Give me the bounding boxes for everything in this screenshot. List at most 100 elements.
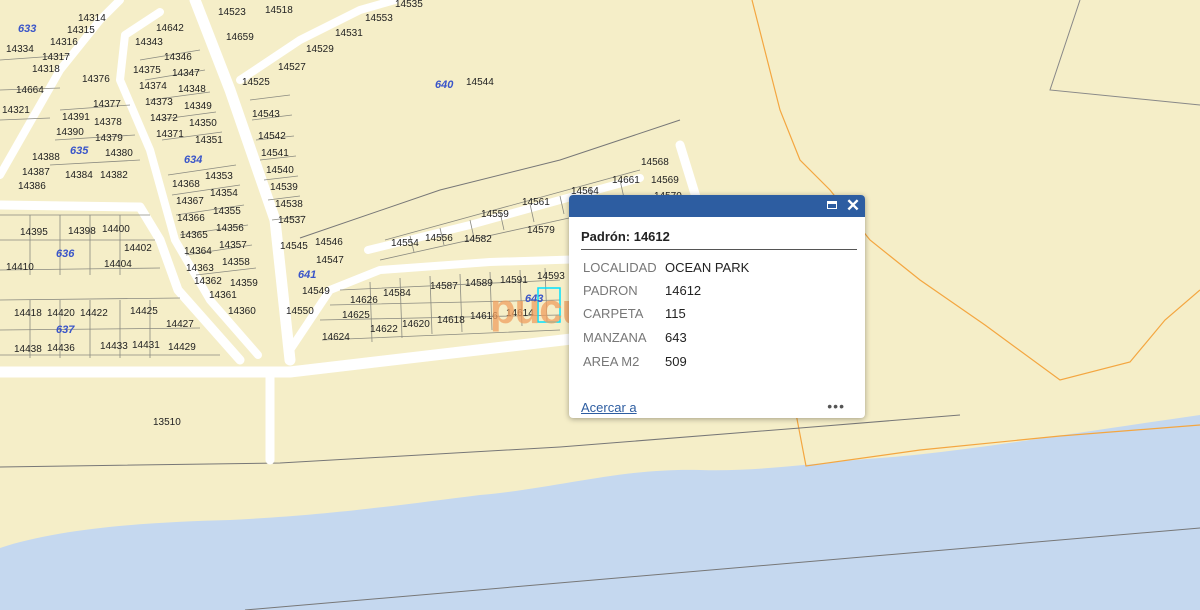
parcel-label: 14363 [186, 263, 214, 274]
attr-key: AREA M2 [583, 354, 640, 369]
parcel-label: 14314 [78, 13, 106, 24]
attr-value: 643 [665, 330, 687, 345]
parcel-label: 14541 [261, 148, 289, 159]
popup-title: Padrón: 14612 [581, 229, 670, 244]
parcel-label: 14431 [132, 340, 160, 351]
parcel-label: 14438 [14, 344, 42, 355]
parcel-label: 14357 [219, 240, 247, 251]
parcel-label: 14373 [145, 97, 173, 108]
parcel-label: 14544 [466, 77, 494, 88]
parcel-label: 14616 [470, 311, 498, 322]
parcel-label: 14664 [16, 85, 44, 96]
parcel-label: 14362 [194, 276, 222, 287]
parcel-label: 14316 [50, 37, 78, 48]
parcel-label: 14525 [242, 77, 270, 88]
parcel-label: 14622 [370, 324, 398, 335]
block-label: 634 [184, 154, 203, 166]
parcel-label: 14538 [275, 199, 303, 210]
parcel-label: 14429 [168, 342, 196, 353]
parcel-label: 14351 [195, 135, 223, 146]
parcel-label: 14371 [156, 129, 184, 140]
parcel-label: 14367 [176, 196, 204, 207]
parcel-label: 14539 [270, 182, 298, 193]
parcel-label: 14350 [189, 118, 217, 129]
parcel-label: 14523 [218, 7, 246, 18]
parcel-label: 14315 [67, 25, 95, 36]
parcel-label: 14343 [135, 37, 163, 48]
parcel-label: 14568 [641, 157, 669, 168]
more-options-icon[interactable]: ••• [827, 398, 845, 414]
parcel-label: 14436 [47, 343, 75, 354]
parcel-label: 14365 [180, 230, 208, 241]
parcel-label: 14542 [258, 131, 286, 142]
parcel-label: 14582 [464, 234, 492, 245]
parcel-label: 14377 [93, 99, 121, 110]
parcel-label: 14374 [139, 81, 167, 92]
parcel-label: 14659 [226, 32, 254, 43]
parcel-label: 14422 [80, 308, 108, 319]
block-label: 641 [298, 269, 317, 281]
parcel-label: 14400 [102, 224, 130, 235]
parcel-label: 14625 [342, 310, 370, 321]
parcel-label: 14425 [130, 306, 158, 317]
parcel-label: 14347 [172, 68, 200, 79]
parcel-label: 14591 [500, 275, 528, 286]
parcel-label: 14391 [62, 112, 90, 123]
parcel-label: 14561 [522, 197, 550, 208]
parcel-label: 14626 [350, 295, 378, 306]
parcel-label: 14545 [280, 241, 308, 252]
parcel-label: 14368 [172, 179, 200, 190]
attr-value: 115 [665, 306, 686, 321]
parcel-label: 14353 [205, 171, 233, 182]
parcel-label: 14360 [228, 306, 256, 317]
parcel-label: 14620 [402, 319, 430, 330]
parcel-label: 14404 [104, 259, 132, 270]
parcel-label: 14546 [315, 237, 343, 248]
zoom-to-link[interactable]: Acercar a [581, 400, 637, 415]
parcel-label: 14427 [166, 319, 194, 330]
parcel-label: 14614 [506, 308, 534, 319]
parcel-label: 14527 [278, 62, 306, 73]
block-label: 637 [56, 324, 75, 336]
block-label: 636 [56, 248, 75, 260]
parcel-label: 14375 [133, 65, 161, 76]
parcel-label: 14543 [252, 109, 280, 120]
parcel-label: 14384 [65, 170, 93, 181]
parcel-label: 14642 [156, 23, 184, 34]
parcel-label: 14382 [100, 170, 128, 181]
parcel-label: 14366 [177, 213, 205, 224]
parcel-label: 14346 [164, 52, 192, 63]
attr-key: MANZANA [583, 330, 647, 345]
parcel-label: 14584 [383, 288, 411, 299]
parcel-label: 14349 [184, 101, 212, 112]
parcel-label: 14395 [20, 227, 48, 238]
parcel-label: 14618 [437, 315, 465, 326]
parcel-label: 13510 [153, 417, 181, 428]
parcel-label: 14531 [335, 28, 363, 39]
parcel-label: 14386 [18, 181, 46, 192]
parcel-label: 14321 [2, 105, 30, 116]
parcel-label: 14355 [213, 206, 241, 217]
parcel-label: 14547 [316, 255, 344, 266]
parcel-label: 14354 [210, 188, 238, 199]
parcel-label: 14559 [481, 209, 509, 220]
parcel-label: 14318 [32, 64, 60, 75]
parcel-label: 14593 [537, 271, 565, 282]
popup-header-bar: ✕ [569, 195, 865, 217]
parcel-label: 14358 [222, 257, 250, 268]
parcel-label: 14420 [47, 308, 75, 319]
parcel-label: 14587 [430, 281, 458, 292]
parcel-label: 14317 [42, 52, 70, 63]
parcel-label: 14388 [32, 152, 60, 163]
parcel-label: 14624 [322, 332, 350, 343]
parcel-info-popup: ✕ Padrón: 14612 LOCALIDAD OCEAN PARK PAD… [569, 195, 865, 418]
parcel-label: 14410 [6, 262, 34, 273]
parcel-label: 14537 [278, 215, 306, 226]
maximize-icon[interactable] [825, 198, 841, 214]
block-label: 643 [525, 293, 544, 305]
close-icon[interactable]: ✕ [845, 197, 861, 214]
attr-value: 509 [665, 354, 687, 369]
parcel-label: 14589 [465, 278, 493, 289]
block-label: 640 [435, 79, 454, 91]
parcel-label: 14535 [395, 0, 423, 10]
